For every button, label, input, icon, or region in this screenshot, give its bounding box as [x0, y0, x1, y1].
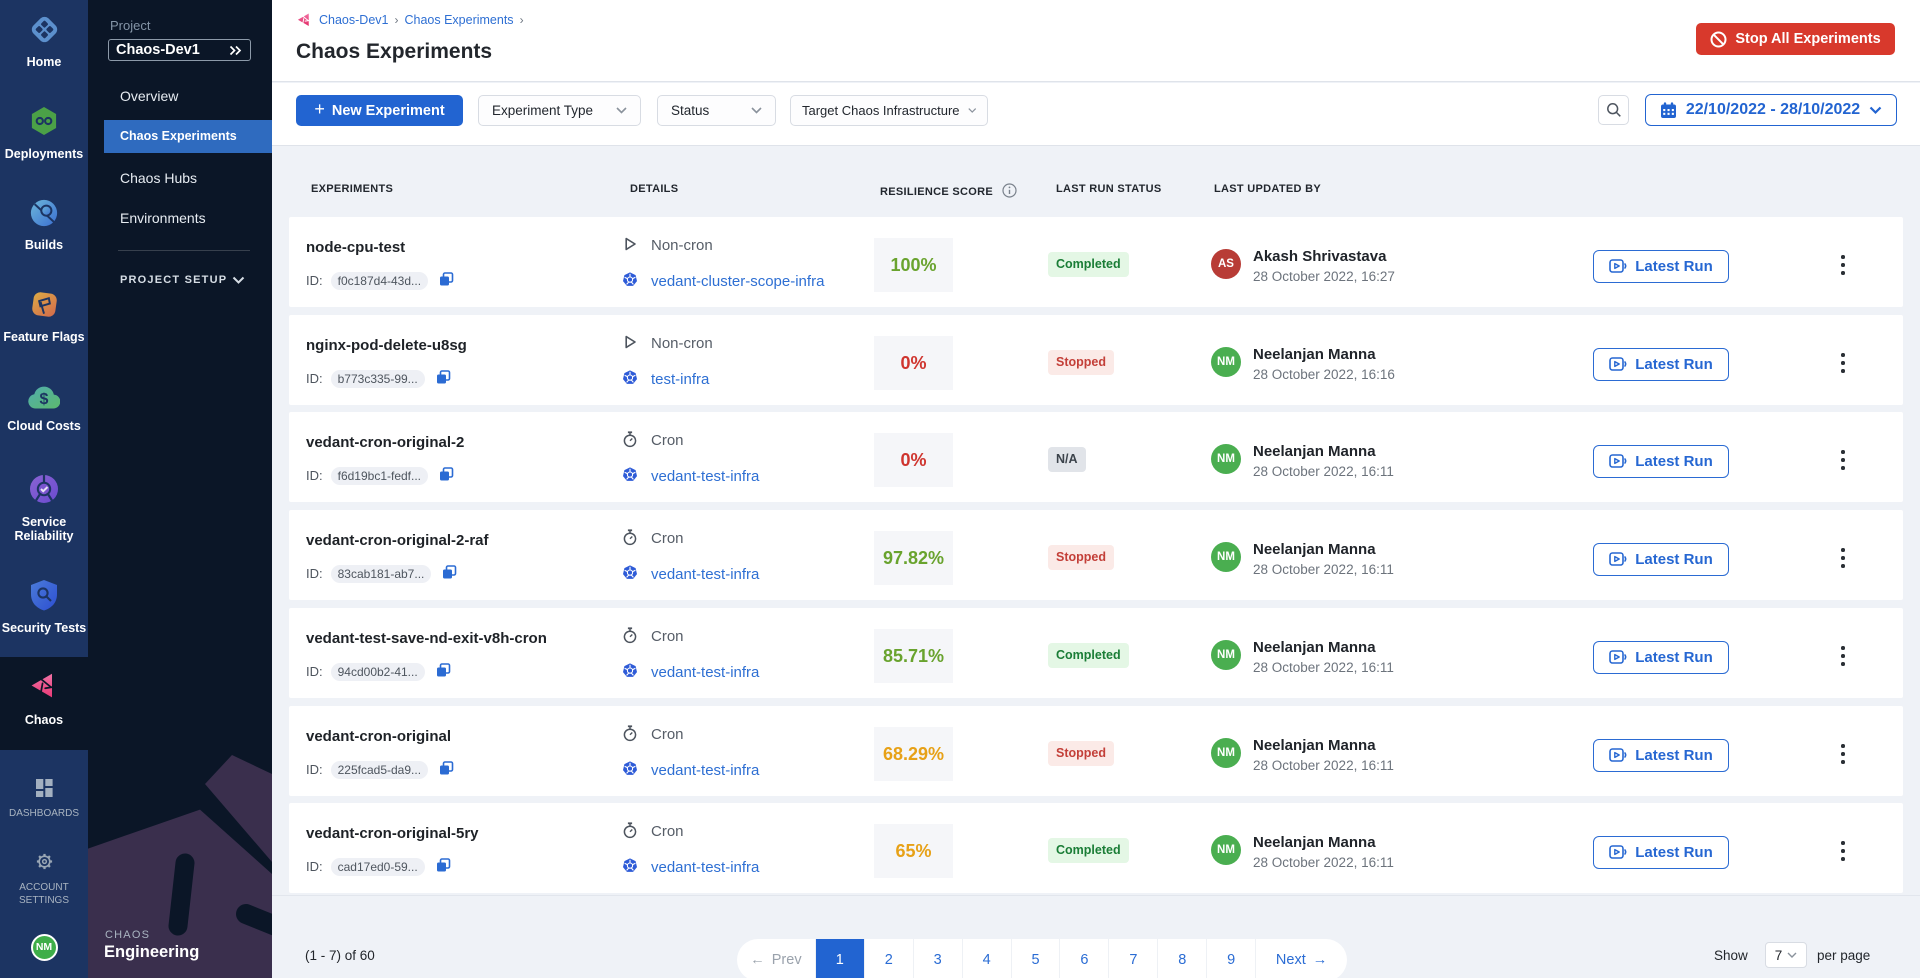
svg-text:$: $ [40, 391, 49, 408]
